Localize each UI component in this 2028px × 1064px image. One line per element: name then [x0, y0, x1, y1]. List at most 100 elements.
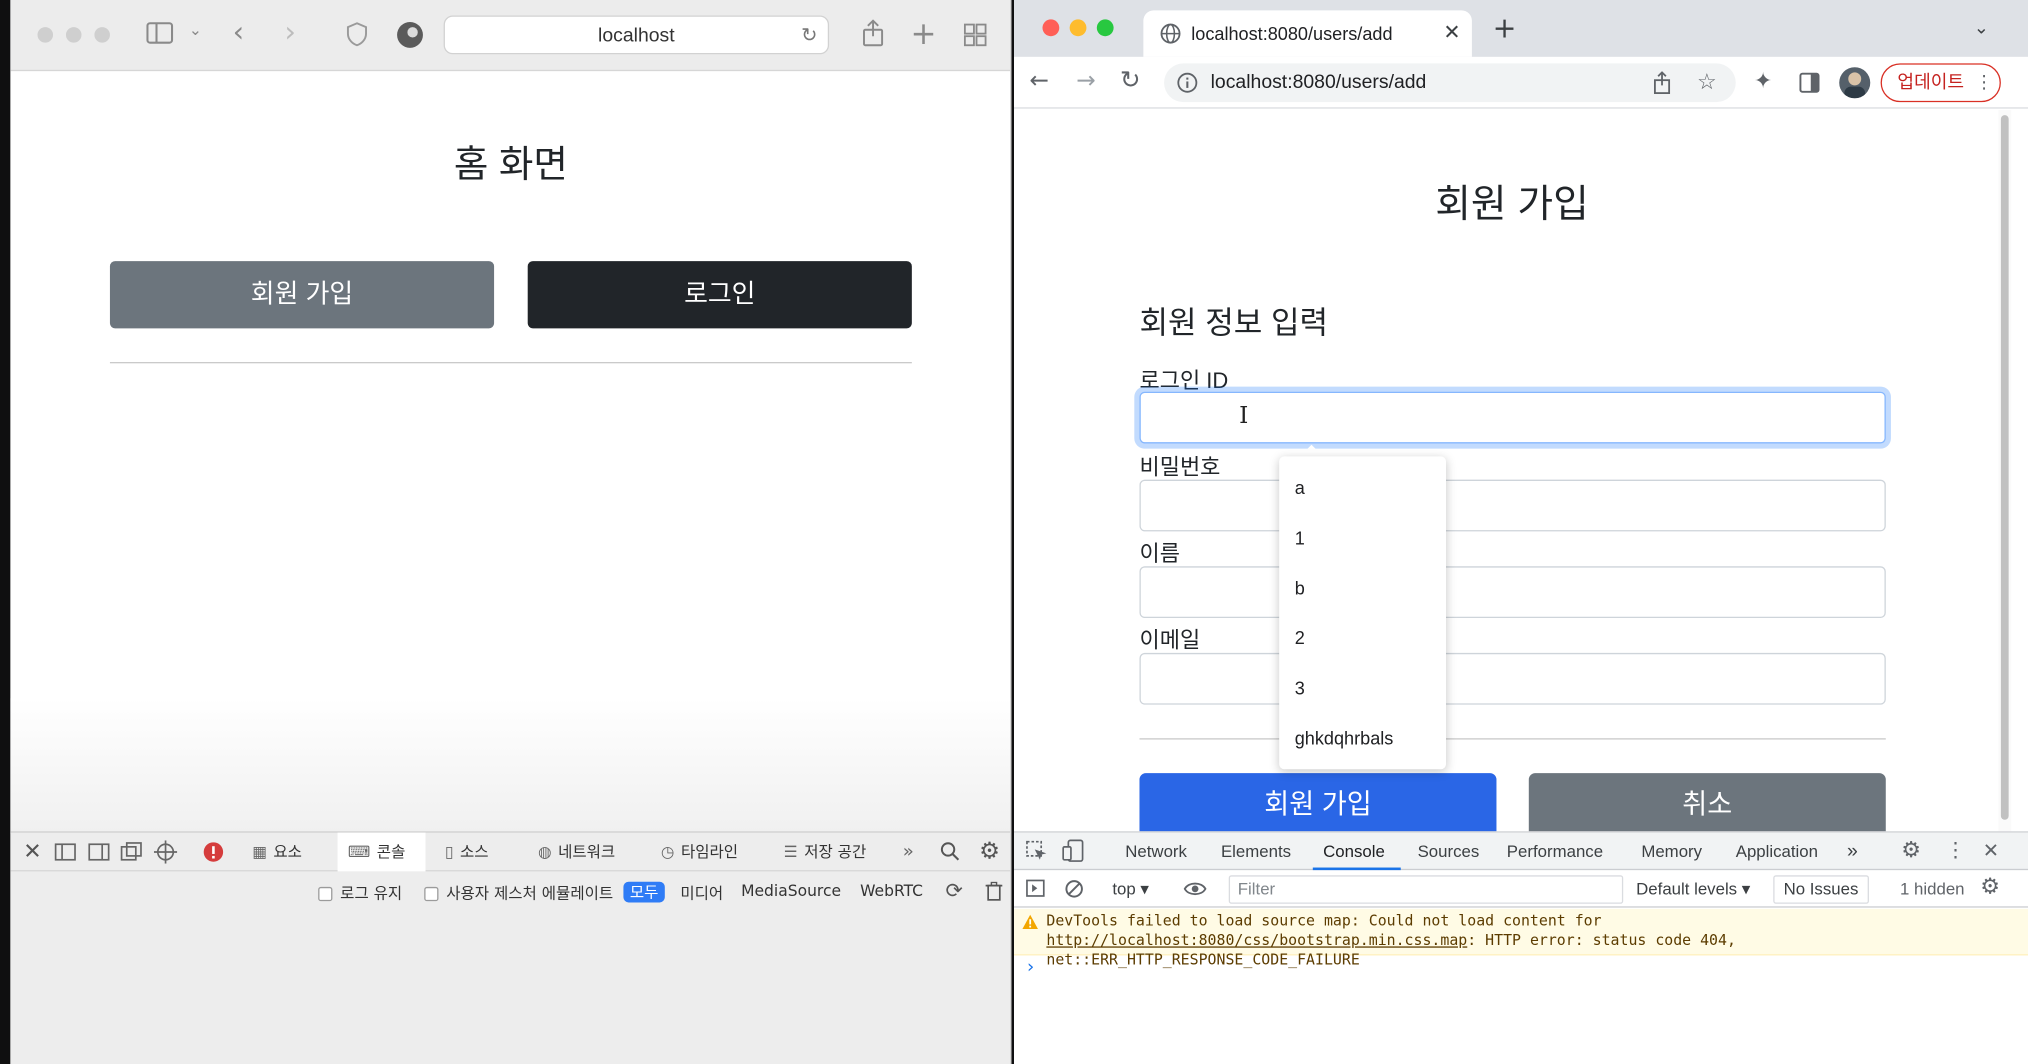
- document-icon: ▯: [444, 842, 454, 862]
- eye-icon[interactable]: [1183, 880, 1207, 897]
- chevron-down-icon[interactable]: ⌄: [189, 21, 202, 39]
- console-prompt[interactable]: ›: [1027, 957, 1034, 978]
- forward-icon[interactable]: ›: [285, 17, 296, 49]
- gear-icon[interactable]: ⚙: [1980, 874, 2000, 900]
- tab-search-icon[interactable]: ⌄: [1974, 18, 1989, 39]
- device-toolbar-icon[interactable]: [1062, 839, 1084, 862]
- tab-console[interactable]: ⌨ 콘솔: [337, 832, 426, 872]
- autocomplete-option[interactable]: 1: [1279, 513, 1446, 562]
- warning-icon: [1022, 914, 1039, 930]
- console-filter-bar: 로그 유지 사용자 제스처 에뮬레이트 모두 미디어 MediaSource W…: [10, 873, 1010, 909]
- name-input[interactable]: [1139, 566, 1886, 619]
- avatar[interactable]: [1839, 67, 1871, 99]
- issues-button[interactable]: No Issues: [1773, 875, 1869, 904]
- sidebar-toggle-icon[interactable]: [1026, 879, 1045, 897]
- preserve-log-checkbox[interactable]: 로그 유지: [318, 882, 402, 904]
- close-icon[interactable]: ✕: [23, 839, 41, 865]
- tab-application[interactable]: Application: [1736, 833, 1818, 870]
- safari-devtools: ✕ ▦ 요소 ⌨ 콘솔 ▯ 소스 ◍ 네트워크 ◷ 타임라인 ☰ 저장 공간 » ⚙ 로그 …: [10, 831, 1011, 1064]
- undock-icon[interactable]: [120, 842, 143, 863]
- console-filter-input[interactable]: Filter: [1228, 875, 1624, 904]
- gear-icon[interactable]: ⚙: [979, 838, 1000, 865]
- inspect-icon[interactable]: [1026, 840, 1048, 862]
- email-input[interactable]: [1139, 652, 1886, 705]
- autocomplete-option[interactable]: 2: [1279, 613, 1446, 662]
- omnibox[interactable]: localhost:8080/users/add ☆: [1164, 63, 1736, 103]
- forward-icon[interactable]: →: [1076, 67, 1096, 94]
- dock-bottom-icon[interactable]: [54, 843, 76, 861]
- new-tab-icon[interactable]: +: [911, 16, 937, 52]
- tab-sources[interactable]: ▯ 소스: [445, 833, 523, 872]
- tab-performance[interactable]: Performance: [1507, 833, 1603, 870]
- extensions-icon[interactable]: ✦: [1754, 69, 1772, 95]
- more-tabs-icon[interactable]: »: [903, 833, 914, 872]
- tab-console[interactable]: Console: [1312, 833, 1401, 871]
- page-scrollbar[interactable]: [1998, 109, 2012, 832]
- form-title: 회원 정보 입력: [1139, 306, 1329, 342]
- minimize-dot[interactable]: [1069, 19, 1087, 37]
- filter-media[interactable]: 미디어: [680, 882, 723, 904]
- dock-side-icon[interactable]: [88, 843, 110, 861]
- close-dot[interactable]: [1042, 19, 1060, 37]
- address-bar[interactable]: localhost ↻: [443, 15, 830, 55]
- refresh-icon[interactable]: ⟳: [945, 878, 962, 903]
- tab-elements[interactable]: Elements: [1221, 833, 1291, 870]
- login-button[interactable]: 로그인: [527, 261, 912, 329]
- new-tab-icon[interactable]: +: [1493, 13, 1517, 45]
- search-icon[interactable]: [940, 842, 960, 861]
- kebab-menu-icon[interactable]: ⋮: [1945, 838, 1966, 864]
- password-input[interactable]: [1139, 479, 1886, 532]
- shield-icon[interactable]: [346, 22, 368, 47]
- minimize-dot[interactable]: [65, 27, 82, 43]
- update-button[interactable]: 업데이트 ⋮: [1880, 63, 2001, 103]
- console-toolbar: top ▾ Filter Default levels ▾ No Issues …: [1014, 871, 2028, 908]
- error-icon[interactable]: [203, 842, 224, 863]
- sidebar-icon[interactable]: [146, 22, 174, 45]
- zoom-dot[interactable]: [1096, 19, 1114, 37]
- sourcemap-link[interactable]: http://localhost:8080/css/bootstrap.min.…: [1046, 931, 1467, 949]
- filter-mediasource[interactable]: MediaSource: [741, 882, 841, 900]
- close-icon[interactable]: ✕: [1983, 839, 1999, 862]
- cancel-button[interactable]: 취소: [1528, 773, 1886, 832]
- submit-button[interactable]: 회원 가입: [1139, 773, 1497, 832]
- autocomplete-option[interactable]: a: [1279, 463, 1446, 512]
- tab-sources[interactable]: Sources: [1418, 833, 1480, 870]
- reload-icon[interactable]: ↻: [1120, 66, 1141, 94]
- crosshair-icon[interactable]: [153, 840, 178, 864]
- more-tabs-icon[interactable]: »: [1847, 833, 1858, 870]
- side-panel-icon[interactable]: [1799, 72, 1820, 93]
- tab-timeline[interactable]: ◷ 타임라인: [661, 833, 764, 872]
- autocomplete-option[interactable]: ghkdqhrbals: [1279, 714, 1446, 763]
- elements-icon: ▦: [252, 842, 267, 862]
- share-icon[interactable]: [1653, 71, 1671, 94]
- login-id-input[interactable]: I: [1139, 391, 1886, 444]
- kebab-menu-icon[interactable]: ⋮: [1975, 65, 1993, 101]
- tab-network[interactable]: ◍ 네트워크: [538, 833, 641, 872]
- filter-webrtc[interactable]: WebRTC: [860, 882, 923, 900]
- clear-console-icon[interactable]: [1064, 879, 1083, 898]
- tab-memory[interactable]: Memory: [1641, 833, 1702, 870]
- tab-overview-icon[interactable]: [963, 23, 987, 47]
- gear-icon[interactable]: ⚙: [1901, 838, 1921, 864]
- tab-network[interactable]: Network: [1125, 833, 1187, 870]
- close-dot[interactable]: [37, 27, 54, 43]
- signup-button[interactable]: 회원 가입: [109, 261, 495, 329]
- reload-icon[interactable]: ↻: [801, 17, 817, 54]
- autocomplete-option[interactable]: 3: [1279, 663, 1446, 712]
- share-icon[interactable]: [861, 19, 884, 47]
- emulate-gesture-checkbox[interactable]: 사용자 제스처 에뮬레이트: [424, 882, 613, 904]
- context-select[interactable]: top ▾: [1112, 879, 1148, 900]
- tab-elements[interactable]: ▦ 요소: [252, 833, 327, 872]
- back-icon[interactable]: ‹: [233, 17, 244, 49]
- tab-storage[interactable]: ☰ 저장 공간: [784, 833, 887, 872]
- filter-all[interactable]: 모두: [623, 880, 665, 903]
- browser-tab[interactable]: localhost:8080/users/add ✕: [1143, 10, 1472, 57]
- back-icon[interactable]: ←: [1030, 67, 1050, 94]
- trash-icon[interactable]: [985, 881, 1003, 901]
- close-tab-icon[interactable]: ✕: [1443, 19, 1460, 45]
- star-icon[interactable]: ☆: [1697, 63, 1717, 102]
- levels-select[interactable]: Default levels ▾: [1636, 879, 1750, 900]
- autocomplete-option[interactable]: b: [1279, 564, 1446, 613]
- zoom-dot[interactable]: [94, 27, 110, 43]
- scroll-thumb[interactable]: [2000, 115, 2009, 820]
